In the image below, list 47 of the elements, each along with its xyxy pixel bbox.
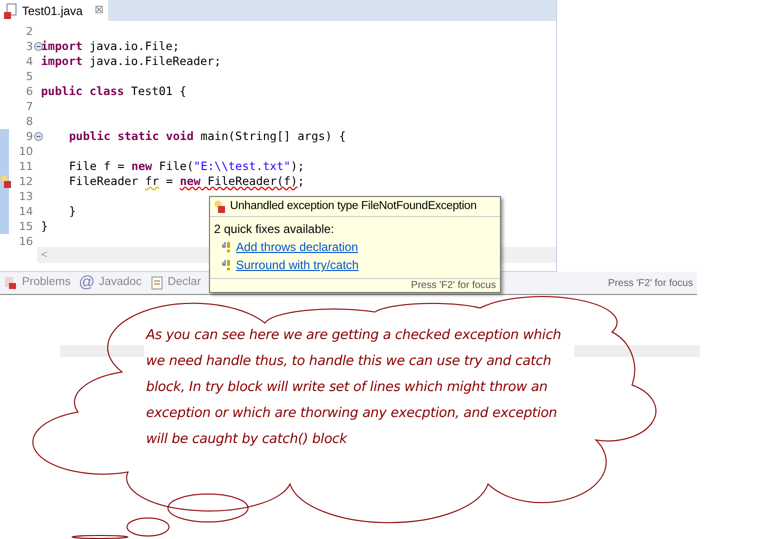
hint-text: Press 'F2' for focus: [608, 276, 693, 290]
code-line: public class Test01 {: [41, 82, 186, 100]
quick-fix-link[interactable]: Add throws declaration: [236, 238, 358, 256]
view-tab[interactable]: Problems: [22, 274, 71, 292]
line-number: 14: [19, 204, 33, 220]
line-number: 11: [19, 159, 33, 175]
lightbulb-error-icon: [214, 200, 226, 213]
code-line: import java.io.File;: [41, 38, 180, 55]
quick-fix-link[interactable]: Surround with try/catch: [236, 256, 359, 274]
popup-subtitle: 2 quick fixes available:: [213, 221, 336, 238]
lightbulb-error-icon[interactable]: [0, 175, 12, 188]
callout-text: As you can see here we are getting a checked exception which we need handle thus, to handle this we can use try and catch block, In try block will write set of lines which might throw an exception or which are thorwing any execption, and exception will be caught by catch() block: [146, 326, 562, 449]
fold-toggle-icon[interactable]: [34, 132, 43, 141]
code-line: }: [41, 218, 48, 235]
code-line: File f = new File("E:\\test.txt");: [69, 158, 304, 175]
view-tab[interactable]: Javadoc: [98, 274, 142, 292]
line-number: 10: [19, 144, 33, 160]
line-number: 6: [26, 84, 33, 100]
line-number: 15: [19, 219, 33, 235]
code-line: public static void main(String[] args) {: [69, 128, 346, 145]
line-number: 8: [26, 114, 33, 130]
line-number: 13: [19, 189, 33, 205]
line-number: 4: [26, 54, 33, 70]
at-sign-icon: @: [78, 271, 95, 295]
line-number: 9: [26, 129, 33, 145]
tab-title: Test01.java: [22, 2, 83, 20]
code-line: }: [69, 202, 76, 220]
line-number: 5: [26, 69, 33, 85]
line-number: 16: [19, 234, 33, 250]
scroll-left-arrow[interactable]: <: [37, 246, 48, 264]
java-file-error-icon: [4, 2, 18, 18]
popup-title: Unhandled exception type FileNotFoundException: [230, 198, 477, 214]
close-button[interactable]: ⊠: [94, 2, 104, 19]
line-number: 7: [26, 99, 33, 115]
fold-toggle-icon[interactable]: [34, 42, 43, 51]
quick-fix-icon: [222, 259, 232, 271]
popup-hint: Press 'F2' for focus: [411, 280, 496, 292]
line-number: 12: [19, 174, 33, 190]
line-number: 2: [26, 24, 33, 40]
problems-icon: [4, 276, 18, 290]
editor-tab[interactable]: Test01.java ⊠: [0, 0, 108, 21]
code-line: import java.io.FileReader;: [41, 52, 222, 70]
code-line: FileReader fr = new FileReader(f);: [69, 172, 304, 190]
view-tab[interactable]: Declar: [168, 274, 201, 292]
line-number: 3: [26, 39, 33, 55]
quick-fix-icon: [222, 241, 232, 253]
document-icon: [150, 276, 164, 290]
